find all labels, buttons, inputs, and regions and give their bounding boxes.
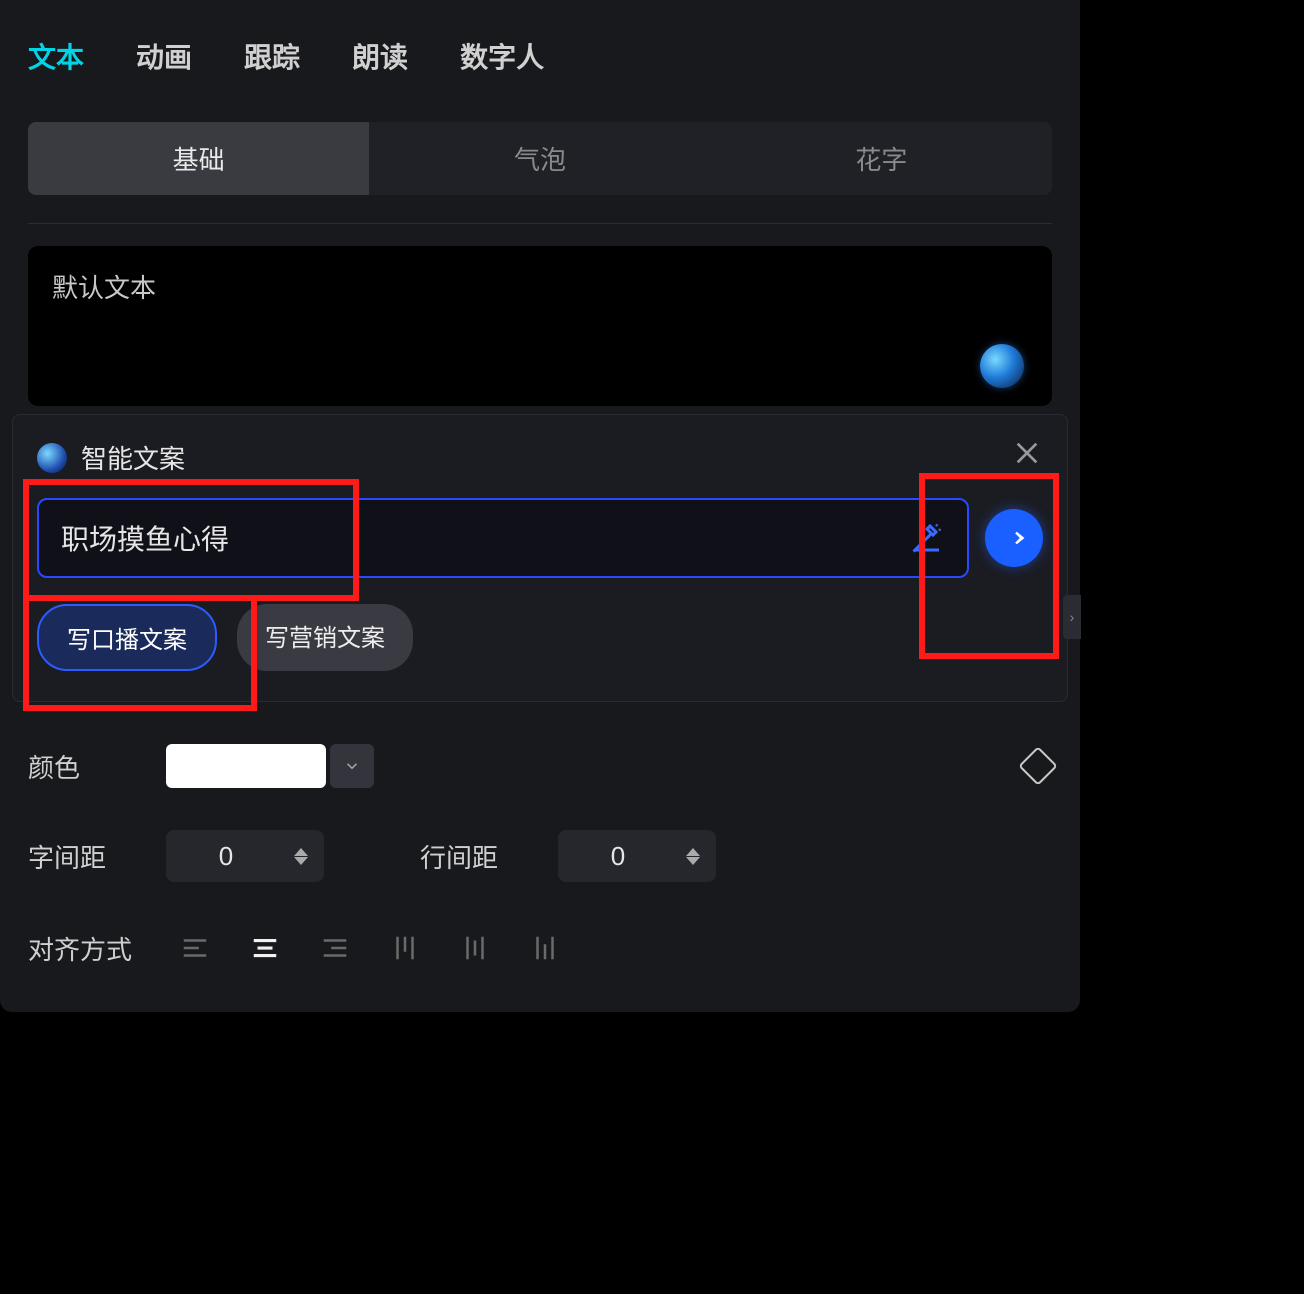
letter-spacing-down[interactable] <box>294 857 308 865</box>
sub-tab-bar: 基础 气泡 花字 <box>28 122 1052 195</box>
subtab-basic[interactable]: 基础 <box>28 122 369 195</box>
smart-copy-panel: 智能文案 写口播文案 写营销文案 <box>12 414 1068 702</box>
text-content-box[interactable]: 默认文本 <box>28 246 1052 406</box>
line-spacing-down[interactable] <box>686 857 700 865</box>
color-dropdown-button[interactable] <box>330 744 374 788</box>
valign-top-icon[interactable] <box>376 924 434 972</box>
ai-orb-small-icon <box>37 443 67 473</box>
pill-marketing-copy[interactable]: 写营销文案 <box>237 604 413 671</box>
smart-copy-input[interactable] <box>61 522 887 554</box>
smart-input-wrap <box>37 498 969 578</box>
keyframe-diamond-icon[interactable] <box>1018 746 1058 786</box>
subtab-bubble[interactable]: 气泡 <box>369 122 710 195</box>
tab-read[interactable]: 朗读 <box>352 36 408 76</box>
smart-copy-header: 智能文案 <box>37 439 1043 476</box>
text-panel: 文本 动画 跟踪 朗读 数字人 基础 气泡 花字 默认文本 智能文案 <box>0 0 1080 1012</box>
magic-wand-icon[interactable] <box>909 520 945 556</box>
align-label: 对齐方式 <box>28 930 138 967</box>
pill-oral-copy[interactable]: 写口播文案 <box>37 604 217 671</box>
letter-spacing-label: 字间距 <box>28 838 138 875</box>
spacing-row: 字间距 0 行间距 0 <box>0 830 1080 882</box>
top-tab-bar: 文本 动画 跟踪 朗读 数字人 <box>0 0 1080 102</box>
line-spacing-value: 0 <box>558 841 678 872</box>
tab-digital-human[interactable]: 数字人 <box>460 36 544 76</box>
divider <box>28 223 1052 224</box>
letter-spacing-value: 0 <box>166 841 286 872</box>
copy-type-row: 写口播文案 写营销文案 <box>37 604 1043 671</box>
line-spacing-label: 行间距 <box>420 838 530 875</box>
align-left-icon[interactable] <box>166 924 224 972</box>
side-handle-icon[interactable]: › <box>1063 595 1081 639</box>
align-right-icon[interactable] <box>306 924 364 972</box>
tab-text[interactable]: 文本 <box>28 36 84 76</box>
tab-animation[interactable]: 动画 <box>136 36 192 76</box>
smart-input-row <box>37 498 1043 578</box>
text-content-value: 默认文本 <box>52 273 156 303</box>
line-spacing-spinner <box>678 848 708 865</box>
color-swatch[interactable] <box>166 744 326 788</box>
color-label: 颜色 <box>28 748 138 785</box>
valign-bottom-icon[interactable] <box>516 924 574 972</box>
valign-middle-icon[interactable] <box>446 924 504 972</box>
line-spacing-up[interactable] <box>686 848 700 856</box>
close-icon[interactable] <box>1011 437 1043 469</box>
ai-orb-icon[interactable] <box>980 344 1024 388</box>
line-spacing-input[interactable]: 0 <box>558 830 716 882</box>
align-buttons <box>166 924 574 972</box>
smart-copy-title: 智能文案 <box>81 439 185 476</box>
letter-spacing-input[interactable]: 0 <box>166 830 324 882</box>
submit-arrow-button[interactable] <box>985 509 1043 567</box>
align-row: 对齐方式 <box>0 924 1080 972</box>
tab-tracking[interactable]: 跟踪 <box>244 36 300 76</box>
align-center-icon[interactable] <box>236 924 294 972</box>
subtab-fancy[interactable]: 花字 <box>711 122 1052 195</box>
letter-spacing-up[interactable] <box>294 848 308 856</box>
color-row: 颜色 <box>0 744 1080 788</box>
letter-spacing-spinner <box>286 848 316 865</box>
